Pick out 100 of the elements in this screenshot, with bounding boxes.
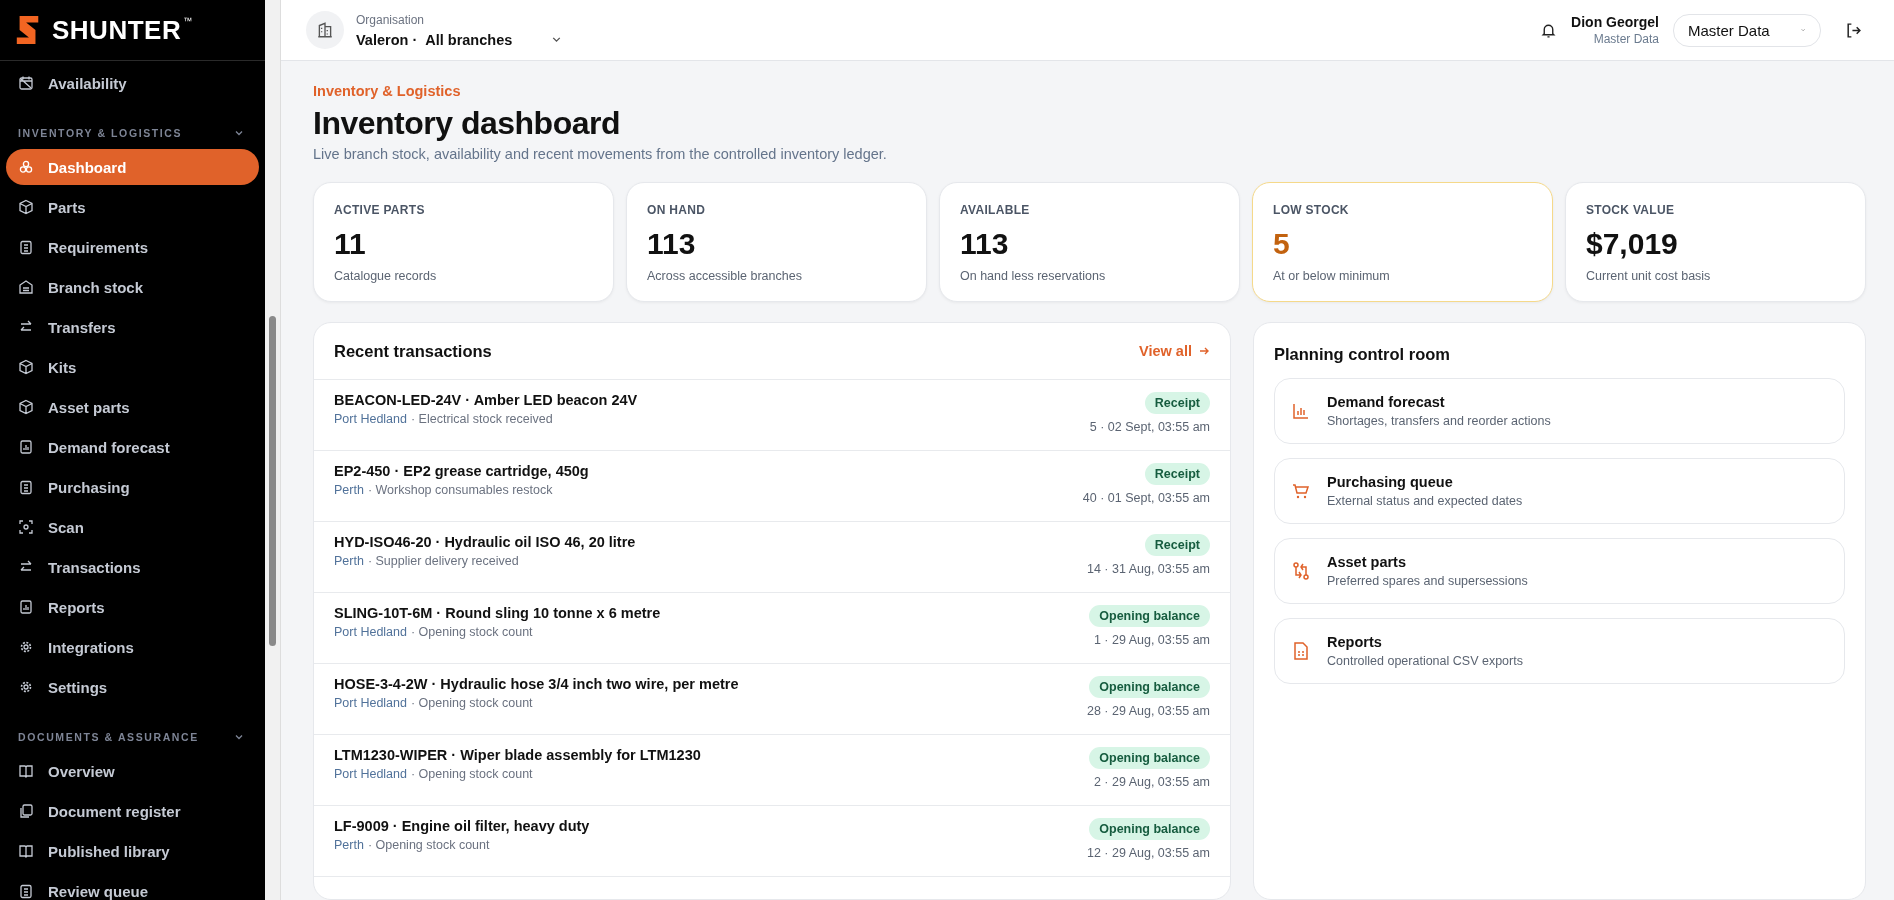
planning-link-description: Controlled operational CSV exports (1327, 654, 1523, 668)
organisation-selector[interactable]: Valeron · All branches (356, 31, 564, 48)
planning-link-title: Reports (1327, 634, 1383, 650)
stat-note: At or below minimum (1273, 269, 1391, 283)
stat-value: 5 (1273, 227, 1291, 261)
grid-icon (18, 159, 34, 175)
transaction-title: HYD-ISO46-20 · Hydraulic oil ISO 46, 20 litre (334, 534, 636, 550)
section-title: DOCUMENTS & ASSURANCE (18, 731, 199, 743)
stat-label: AVAILABLE (960, 203, 1031, 217)
nav-item[interactable]: Asset parts (6, 389, 259, 425)
cube-icon (18, 199, 34, 215)
planning-link-description: External status and expected dates (1327, 494, 1523, 508)
planning-link-card[interactable]: Asset parts Preferred spares and supersessions (1274, 538, 1845, 604)
arrow-right-icon (1198, 345, 1210, 357)
scan-icon (18, 519, 34, 535)
transaction-title: HOSE-3-4-2W · Hydraulic hose 3/4 inch two wire, per metre (334, 676, 739, 692)
branch-name: Perth (334, 554, 364, 568)
organisation-label: Organisation (356, 12, 426, 27)
stat-value: 113 (960, 227, 1010, 261)
transaction-meta: 12 · 29 Aug, 03:55 am (1087, 846, 1210, 860)
nav-item[interactable]: Demand forecast (6, 429, 259, 465)
planning-link-title: Asset parts (1327, 554, 1407, 570)
stat-value: 113 (647, 227, 697, 261)
swap-arrows-icon (1291, 561, 1311, 581)
branch-name: Port Hedland (334, 767, 407, 781)
nav-item[interactable]: Availability (6, 65, 259, 101)
page-subtitle: Live branch stock, availability and recent movements from the controlled inventory ledger. (313, 146, 888, 162)
gear-icon (18, 639, 34, 655)
book-icon (18, 843, 34, 859)
stat-value: $7,019 (1586, 227, 1679, 261)
transaction-title: EP2-450 · EP2 grease cartridge, 450g (334, 463, 589, 479)
stat-label: STOCK VALUE (1586, 203, 1676, 217)
branch-name: Port Hedland (334, 412, 407, 426)
nav-item[interactable]: Transactions (6, 549, 259, 585)
nav-item[interactable]: Dashboard (6, 149, 259, 185)
transaction-meta: 14 · 31 Aug, 03:55 am (1087, 562, 1210, 576)
stat-note: Catalogue records (334, 269, 438, 283)
planning-link-description: Preferred spares and supersessions (1327, 574, 1528, 588)
building-icon (306, 11, 344, 49)
planning-link-card[interactable]: Demand forecast Shortages, transfers and reorder actions (1274, 378, 1845, 444)
nav-item[interactable]: Requirements (6, 229, 259, 265)
store-icon (18, 279, 34, 295)
transaction-type-badge: Opening balance (1089, 818, 1210, 840)
transaction-meta: 1 · 29 Aug, 03:55 am (1093, 633, 1210, 647)
document-icon (1291, 641, 1311, 661)
user-name: Dion Georgel (1571, 14, 1659, 30)
planning-link-description: Shortages, transfers and reorder actions (1327, 414, 1551, 428)
calendar-icon (18, 75, 34, 91)
planning-link-title: Purchasing queue (1327, 474, 1454, 490)
bar-chart-icon (1291, 401, 1311, 421)
nav-item[interactable]: Branch stock (6, 269, 259, 305)
transaction-detail: · Opening stock count (410, 625, 533, 639)
nav-item[interactable]: Transfers (6, 309, 259, 345)
page-title: Inventory dashboard (313, 105, 621, 142)
scrollbar[interactable] (265, 0, 281, 900)
transaction-meta: 40 · 01 Sept, 03:55 am (1082, 491, 1210, 505)
nav-item[interactable]: Reports (6, 589, 259, 625)
cube-icon (18, 399, 34, 415)
transaction-detail: · Supplier delivery received (367, 554, 519, 568)
planning-link-title: Demand forecast (1327, 394, 1446, 410)
transaction-title: LF-9009 · Engine oil filter, heavy duty (334, 818, 590, 834)
cube-icon (18, 359, 34, 375)
nav-item[interactable]: Integrations (6, 629, 259, 665)
transaction-type-badge: Receipt (1144, 463, 1210, 485)
transaction-detail: · Workshop consumables restock (367, 483, 553, 497)
stat-note: On hand less reservations (960, 269, 1107, 283)
stat-note: Current unit cost basis (1586, 269, 1712, 283)
planning-link-card[interactable]: Purchasing queue External status and expected dates (1274, 458, 1845, 524)
stat-note: Across accessible branches (647, 269, 803, 283)
page-eyebrow: Inventory & Logistics (313, 83, 462, 99)
transaction-type-badge: Opening balance (1089, 747, 1210, 769)
nav-item[interactable]: Parts (6, 189, 259, 225)
nav-item[interactable]: Document register (6, 793, 259, 829)
view-all-link[interactable]: View all (1139, 343, 1210, 359)
nav-item[interactable]: Purchasing (6, 469, 259, 505)
book-icon (18, 763, 34, 779)
cart-icon (1291, 481, 1311, 501)
bell-icon[interactable] (1540, 21, 1558, 39)
branch-name: Port Hedland (334, 696, 407, 710)
gear-icon (18, 679, 34, 695)
transaction-type-badge: Receipt (1144, 534, 1210, 556)
trademark-mark: ™ (183, 16, 193, 26)
transaction-meta: 2 · 29 Aug, 03:55 am (1093, 775, 1210, 789)
nav-item[interactable]: Review queue (6, 873, 259, 900)
nav-item[interactable]: Scan (6, 509, 259, 545)
nav-item[interactable]: Published library (6, 833, 259, 869)
clip-icon (18, 479, 34, 495)
stat-label: ACTIVE PARTS (334, 203, 426, 217)
planning-link-card[interactable]: Reports Controlled operational CSV exports (1274, 618, 1845, 684)
card-title: Planning control room (1274, 345, 1451, 364)
transaction-detail: · Opening stock count (367, 838, 490, 852)
workspace-dropdown[interactable]: Master Data (1673, 13, 1821, 47)
transaction-detail: · Electrical stock received (410, 412, 553, 426)
nav-item[interactable]: Kits (6, 349, 259, 385)
nav-item[interactable]: Overview (6, 753, 259, 789)
clip-icon (18, 239, 34, 255)
stat-value: 11 (334, 227, 367, 261)
section-title: INVENTORY & LOGISTICS (18, 127, 183, 139)
nav-item[interactable]: Settings (6, 669, 259, 705)
logout-icon[interactable] (1845, 21, 1862, 39)
